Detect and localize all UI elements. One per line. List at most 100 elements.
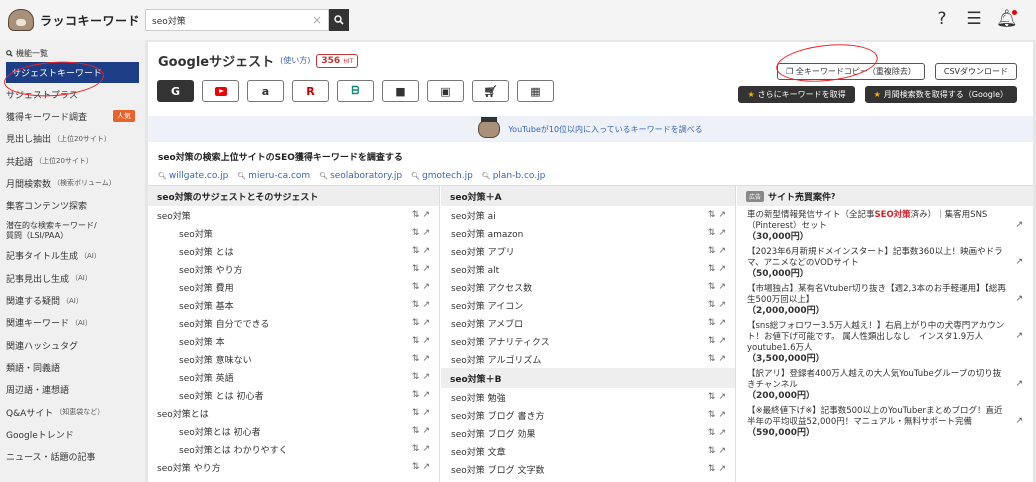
expand-icon[interactable]: ⇅ xyxy=(708,410,719,420)
ad-listing[interactable]: 【2023年6月新規ドメインスタート】記事数360以上！映画やドラマ、アニメなど… xyxy=(737,243,1033,280)
expand-icon[interactable]: ⇅ xyxy=(708,354,719,364)
how-to-link[interactable]: (使い方) xyxy=(280,55,310,66)
external-link-icon[interactable]: ↗ xyxy=(718,228,729,238)
keyword-row[interactable]: seo対策 費用 ⇅↗ xyxy=(148,278,439,296)
expand-icon[interactable]: ⇅ xyxy=(412,408,423,418)
expand-icon[interactable]: ⇅ xyxy=(412,390,423,400)
ad-listing[interactable]: 【※最終値下げ※】記事数500以上のYouTuberまとめブログ！直近半年の平均… xyxy=(737,402,1033,439)
expand-icon[interactable]: ⇅ xyxy=(412,264,423,274)
sidebar-item[interactable]: 記事見出し生成 （AI） xyxy=(0,267,145,289)
external-link-icon[interactable]: ↗ xyxy=(1015,379,1023,390)
external-link-icon[interactable]: ↗ xyxy=(718,354,729,364)
seo-site-link[interactable]: willgate.co.jp xyxy=(158,171,228,181)
external-link-icon[interactable]: ↗ xyxy=(718,210,729,220)
keyword-row[interactable]: seo対策 ⇅↗ xyxy=(148,224,439,242)
keyword-row[interactable]: seo対策 アプリ ⇅↗ xyxy=(441,242,735,260)
youtube-banner[interactable]: YouTubeが10位以内に入っているキーワードを調べる xyxy=(148,116,1033,142)
sidebar-item[interactable]: Googleトレンド xyxy=(0,423,145,445)
expand-icon[interactable]: ⇅ xyxy=(412,228,423,238)
ads-help-icon[interactable]: ? xyxy=(831,192,835,201)
help-icon[interactable]: ? xyxy=(932,9,952,29)
expand-icon[interactable]: ⇅ xyxy=(412,318,423,328)
external-link-icon[interactable]: ↗ xyxy=(422,354,433,364)
sidebar-item[interactable]: 見出し抽出 （上位20サイト） xyxy=(0,128,145,150)
logo[interactable]: ラッコキーワード xyxy=(0,9,145,31)
external-link-icon[interactable]: ↗ xyxy=(422,264,433,274)
external-link-icon[interactable]: ↗ xyxy=(422,390,433,400)
ad-listing[interactable]: 【市場独占】某有名Vtuber切り抜き【週2,3本のお手軽運用】【総再生500万… xyxy=(737,280,1033,317)
get-volume-button[interactable]: ★ 月間検索数を取得する（Google） xyxy=(864,86,1017,103)
service-tab-rakuten[interactable]: R xyxy=(292,80,329,102)
expand-icon[interactable]: ⇅ xyxy=(708,282,719,292)
sidebar-item[interactable]: 周辺語・連想語 xyxy=(0,379,145,401)
expand-icon[interactable]: ⇅ xyxy=(412,444,423,454)
external-link-icon[interactable]: ↗ xyxy=(718,318,729,328)
ad-listing[interactable]: 【sns総フォロワー3.5万人越え！】右肩上がり中の犬専門アカウント！お値下げ可… xyxy=(737,317,1033,365)
external-link-icon[interactable]: ↗ xyxy=(422,372,433,382)
keyword-row[interactable]: seo対策 アイコン ⇅↗ xyxy=(441,296,735,314)
expand-icon[interactable]: ⇅ xyxy=(708,392,719,402)
keyword-row[interactable]: seo対策 文章 ⇅↗ xyxy=(441,442,735,460)
external-link-icon[interactable]: ↗ xyxy=(1015,331,1023,342)
keyword-row[interactable]: seo対策 ⇅↗ xyxy=(148,206,439,224)
sidebar-item[interactable]: サジェストキーワード xyxy=(6,62,139,83)
keyword-row[interactable]: seo対策とは わかりやすく ⇅↗ xyxy=(148,440,439,458)
keyword-row[interactable]: seo対策 勉強 ⇅↗ xyxy=(441,388,735,406)
external-link-icon[interactable]: ↗ xyxy=(1015,257,1023,268)
ad-listing[interactable]: 車の新型情報発信サイト（全記事SEO対策済み）｜集客用SNS（Pinterest… xyxy=(737,206,1033,243)
sidebar-item[interactable]: 関連ハッシュタグ xyxy=(0,334,145,356)
external-link-icon[interactable]: ↗ xyxy=(718,300,729,310)
keyword-row[interactable]: seo対策 アクセス数 ⇅↗ xyxy=(441,278,735,296)
sidebar-item[interactable]: 類語・同義語 xyxy=(0,356,145,378)
sidebar-item[interactable]: 記事タイトル生成 （AI） xyxy=(0,245,145,267)
external-link-icon[interactable]: ↗ xyxy=(422,336,433,346)
expand-icon[interactable]: ⇅ xyxy=(412,300,423,310)
keyword-row[interactable]: seo対策 やり方 ⇅↗ xyxy=(148,458,439,476)
keyword-row[interactable]: seo対策 とは ⇅↗ xyxy=(148,242,439,260)
expand-icon[interactable]: ⇅ xyxy=(708,428,719,438)
keyword-row[interactable]: seo対策 ブログ 書き方 ⇅↗ xyxy=(441,406,735,424)
keyword-row[interactable]: seo対策 ブログ 文字数 ⇅↗ xyxy=(441,460,735,478)
external-link-icon[interactable]: ↗ xyxy=(718,264,729,274)
expand-icon[interactable]: ⇅ xyxy=(412,462,423,472)
external-link-icon[interactable]: ↗ xyxy=(422,210,433,220)
keyword-row[interactable]: seo対策 本 ⇅↗ xyxy=(148,332,439,350)
sidebar-item[interactable]: 獲得キーワード調査 人気 xyxy=(0,105,145,127)
expand-icon[interactable]: ⇅ xyxy=(708,228,719,238)
keyword-row[interactable]: seo対策 アナリティクス ⇅↗ xyxy=(441,332,735,350)
seo-site-link[interactable]: mieru-ca.com xyxy=(237,171,310,181)
sidebar-item[interactable]: ニュース・話題の記事 xyxy=(0,445,145,467)
keyword-row[interactable]: seo対策 自分でできる ⇅↗ xyxy=(148,314,439,332)
expand-icon[interactable]: ⇅ xyxy=(412,246,423,256)
expand-icon[interactable]: ⇅ xyxy=(708,446,719,456)
external-link-icon[interactable]: ↗ xyxy=(718,246,729,256)
external-link-icon[interactable]: ↗ xyxy=(718,336,729,346)
expand-icon[interactable]: ⇅ xyxy=(412,336,423,346)
external-link-icon[interactable]: ↗ xyxy=(718,392,729,402)
external-link-icon[interactable]: ↗ xyxy=(422,408,433,418)
external-link-icon[interactable]: ↗ xyxy=(1015,220,1023,231)
external-link-icon[interactable]: ↗ xyxy=(718,282,729,292)
expand-icon[interactable]: ⇅ xyxy=(708,464,719,474)
keyword-row[interactable]: seo対策 意味ない ⇅↗ xyxy=(148,350,439,368)
service-tab-video[interactable]: ■ xyxy=(382,80,419,102)
sidebar-item[interactable]: 潜在的な検索キーワード/質問（LSI/PAA） xyxy=(0,217,145,245)
sidebar-item[interactable]: 月間検索数 （検索ボリューム） xyxy=(0,172,145,194)
external-link-icon[interactable]: ↗ xyxy=(718,428,729,438)
external-link-icon[interactable]: ↗ xyxy=(718,446,729,456)
sidebar-item[interactable]: 集客コンテンツ探索 xyxy=(0,194,145,216)
service-tab-bing[interactable]: ᗷ xyxy=(337,80,374,102)
keyword-row[interactable]: seo対策 ai ⇅↗ xyxy=(441,206,735,224)
service-tab-shopping[interactable]: 🛒︎ xyxy=(472,80,509,102)
sidebar-item[interactable]: Q&Aサイト （知恵袋など） xyxy=(0,401,145,423)
expand-icon[interactable]: ⇅ xyxy=(708,318,719,328)
expand-icon[interactable]: ⇅ xyxy=(412,210,423,220)
external-link-icon[interactable]: ↗ xyxy=(422,246,433,256)
keyword-row[interactable]: seo対策 アメブロ ⇅↗ xyxy=(441,314,735,332)
get-more-button[interactable]: ★ さらにキーワードを取得 xyxy=(738,86,855,103)
external-link-icon[interactable]: ↗ xyxy=(718,464,729,474)
search-input[interactable]: seo対策 × xyxy=(145,9,329,31)
keyword-row[interactable]: seo対策 英語 ⇅↗ xyxy=(148,368,439,386)
expand-icon[interactable]: ⇅ xyxy=(708,246,719,256)
expand-icon[interactable]: ⇅ xyxy=(412,282,423,292)
